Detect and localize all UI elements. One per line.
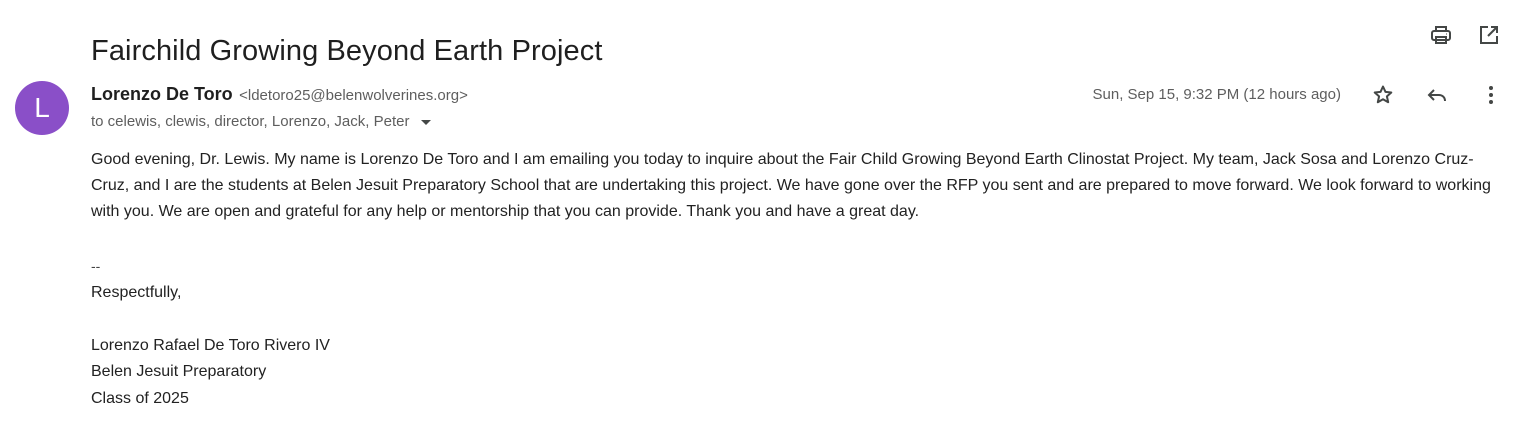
recipients: to celewis, clewis, director, Lorenzo, J…	[91, 113, 432, 130]
open-in-new-icon[interactable]	[1476, 22, 1502, 48]
message-actions	[1370, 82, 1504, 108]
sender-line: Lorenzo De Toro <ldetoro25@belenwolverin…	[91, 84, 468, 105]
reply-icon[interactable]	[1424, 82, 1450, 108]
email-signature: -- Respectfully, Lorenzo Rafael De Toro …	[91, 253, 330, 412]
signature-name: Lorenzo Rafael De Toro Rivero IV	[91, 336, 330, 354]
show-details-chevron-down-icon[interactable]	[421, 120, 432, 125]
print-icon[interactable]	[1428, 22, 1454, 48]
signature-separator: --	[91, 258, 101, 274]
more-vert-icon[interactable]	[1478, 82, 1504, 108]
email-date: Sun, Sep 15, 9:32 PM (12 hours ago)	[1092, 86, 1342, 103]
signature-closing: Respectfully,	[91, 283, 182, 301]
signature-spacer	[91, 306, 330, 333]
recipients-text: to celewis, clewis, director, Lorenzo, J…	[91, 113, 410, 130]
email-body: Good evening, Dr. Lewis. My name is Lore…	[91, 151, 1491, 220]
star-icon[interactable]	[1370, 82, 1396, 108]
sender-email: <ldetoro25@belenwolverines.org>	[239, 87, 468, 104]
avatar[interactable]: L	[15, 81, 69, 135]
signature-class: Class of 2025	[91, 389, 189, 407]
email-subject: Fairchild Growing Beyond Earth Project	[91, 35, 603, 68]
sender-name[interactable]: Lorenzo De Toro	[91, 84, 233, 104]
signature-school: Belen Jesuit Preparatory	[91, 363, 267, 380]
thread-toolbar	[1428, 22, 1502, 48]
